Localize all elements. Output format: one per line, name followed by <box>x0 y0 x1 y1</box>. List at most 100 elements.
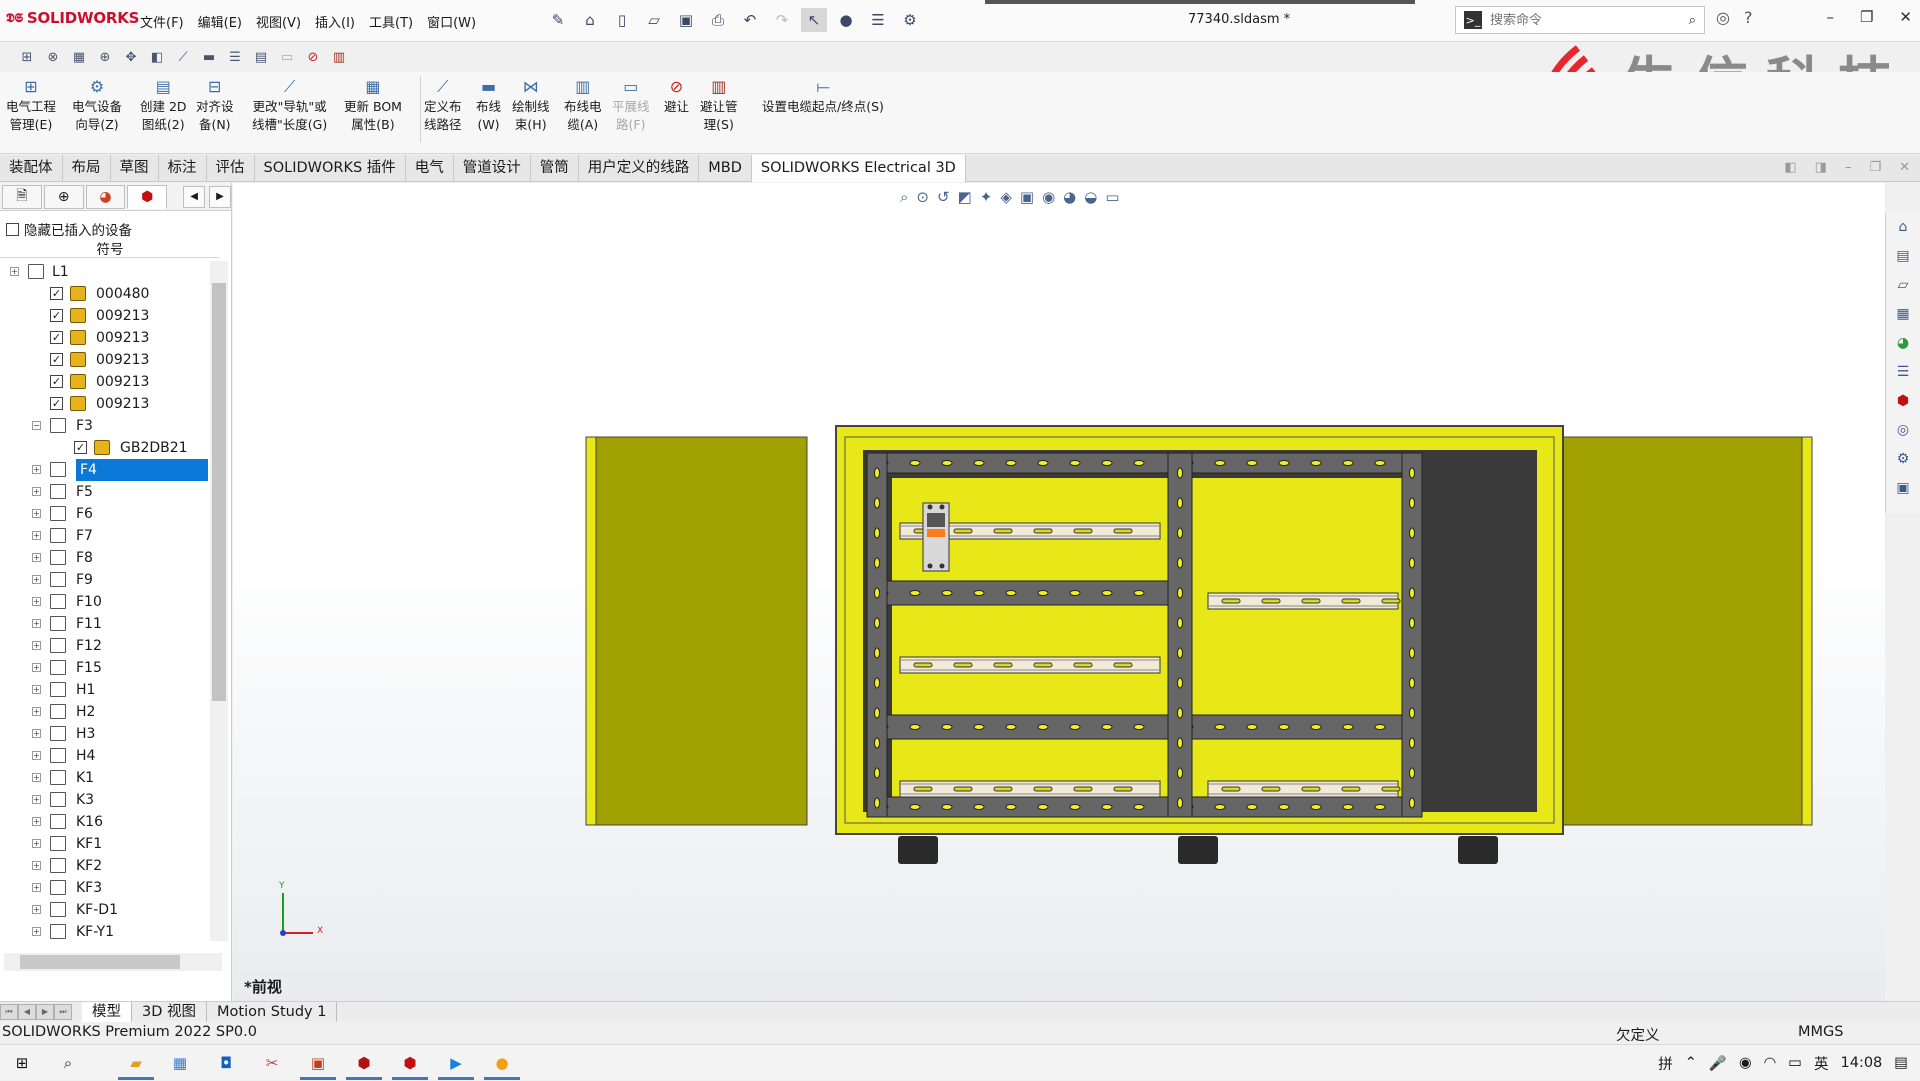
view-settings-icon[interactable]: ▭ <box>1105 188 1119 206</box>
apply-scene-icon[interactable]: ◒ <box>1084 188 1097 206</box>
new-document-icon[interactable]: ▯ <box>609 8 635 32</box>
search-command-box[interactable]: >_ ⌕ <box>1455 6 1705 34</box>
restore-icon[interactable]: ❐ <box>1860 8 1873 26</box>
smart-fastener-icon[interactable]: ⊕ <box>96 48 114 66</box>
ribbon-button-12[interactable]: ▥ 避让管 理(S) <box>700 76 738 134</box>
insert-component-icon[interactable]: ⊞ <box>18 48 36 66</box>
ribbon-button-7[interactable]: ▬ 布线 (W) <box>476 76 501 134</box>
hide-inserted-checkbox-box[interactable] <box>6 222 19 236</box>
tree-row[interactable]: + F4 <box>0 459 210 481</box>
print-icon[interactable]: ⎙ <box>705 8 731 32</box>
next-tab-arrow-icon[interactable]: ▶ <box>36 1003 54 1020</box>
view-palette-icon[interactable]: ▦ <box>1893 304 1913 324</box>
tree-expand-icon[interactable]: + <box>32 861 41 870</box>
appearances-scenes-icon[interactable]: ◕ <box>1893 333 1913 353</box>
microphone-icon[interactable]: 🎤 <box>1709 1055 1727 1072</box>
panel-next-arrow-icon[interactable]: ▶ <box>209 185 231 208</box>
tree-expand-icon[interactable]: + <box>32 685 41 694</box>
tree-item-checkbox[interactable]: ✓ <box>50 353 63 366</box>
din-rail[interactable] <box>1207 592 1401 610</box>
first-tab-arrow-icon[interactable]: ⏮ <box>0 1003 18 1020</box>
din-rail[interactable] <box>899 656 1161 674</box>
tree-item-checkbox[interactable]: ✓ <box>74 441 87 454</box>
tree-item-checkbox[interactable]: ✓ <box>50 287 63 300</box>
command-tab-6[interactable]: 电气 <box>406 155 454 182</box>
display-style-icon[interactable]: ▣ <box>1020 188 1034 206</box>
feature-tree-tab-icon[interactable]: 🗎 <box>2 184 42 209</box>
right-door[interactable] <box>1557 436 1813 826</box>
file-explorer-taskbar-icon[interactable]: ▰ <box>118 1051 154 1080</box>
tree-row[interactable]: + KF-D1 <box>0 899 210 921</box>
media-player-taskbar-icon[interactable]: ▶ <box>438 1051 474 1080</box>
tree-row[interactable]: + KF2 <box>0 855 210 877</box>
solidworks-taskbar-icon[interactable]: ⬢ <box>392 1051 428 1080</box>
grey-tool-icon[interactable]: ▭ <box>278 48 296 66</box>
edit-appearance-icon[interactable]: ◕ <box>1063 188 1076 206</box>
ribbon-button-11[interactable]: ⊘ 避让 <box>664 76 689 116</box>
tree-item-checkbox[interactable]: ✓ <box>50 331 63 344</box>
menu-item-0[interactable]: 文件(F) <box>140 12 184 31</box>
section-view-icon[interactable]: ◩ <box>958 188 972 206</box>
notifications-icon[interactable]: ▤ <box>1894 1055 1908 1071</box>
tree-expand-icon[interactable]: + <box>32 531 41 540</box>
tree-expand-icon[interactable]: + <box>32 817 41 826</box>
tree-row[interactable]: ✓ 009213 <box>0 349 210 371</box>
tree-row[interactable]: + F8 <box>0 547 210 569</box>
hide-inserted-checkbox[interactable]: 隐藏已插入的设备 <box>6 219 132 239</box>
pin-icon[interactable]: ✎ <box>545 8 571 32</box>
appearance-tab-icon[interactable]: ◕ <box>85 184 126 209</box>
panel-prev-arrow-icon[interactable]: ◀ <box>183 185 206 208</box>
tree-row[interactable]: + F7 <box>0 525 210 547</box>
view-orientation-icon[interactable]: ◈ <box>1000 188 1012 206</box>
bottom-tab-2[interactable]: Motion Study 1 <box>207 1001 338 1022</box>
help-icon[interactable]: ? <box>1744 8 1753 27</box>
menu-item-2[interactable]: 视图(V) <box>256 12 301 31</box>
command-tab-3[interactable]: 标注 <box>159 155 207 182</box>
bottom-tab-0[interactable]: 模型 <box>82 1001 132 1022</box>
tree-item-checkbox[interactable]: ✓ <box>50 375 63 388</box>
tree-expand-icon[interactable]: + <box>32 905 41 914</box>
tree-row[interactable]: ✓ 009213 <box>0 305 210 327</box>
solidworks-logo[interactable]: 𝕯𝕾 SOLIDWORKS <box>6 9 139 27</box>
menu-item-5[interactable]: 窗口(W) <box>427 12 476 31</box>
tree-expand-icon[interactable]: + <box>32 883 41 892</box>
left-door[interactable] <box>585 436 808 826</box>
ribbon-button-13[interactable]: ⟝ 设置电缆起点/终点(S) <box>762 76 884 116</box>
tree-row[interactable]: − F3 <box>0 415 210 437</box>
tree-row[interactable]: + KF-Y1 <box>0 921 210 941</box>
graphics-area[interactable]: Y X <box>233 183 1885 1003</box>
prev-tab-arrow-icon[interactable]: ◀ <box>18 1003 36 1020</box>
dynamic-annotation-icon[interactable]: ✦ <box>980 188 993 206</box>
horizontal-wire-duct[interactable] <box>872 580 1170 606</box>
command-tab-2[interactable]: 草图 <box>111 155 159 182</box>
ribbon-button-6[interactable]: ⟋ 定义布 线路径 <box>424 76 462 134</box>
last-tab-arrow-icon[interactable]: ⏭ <box>54 1003 72 1020</box>
tree-row[interactable]: ✓ GB2DB21 <box>0 437 210 459</box>
tree-expand-icon[interactable]: − <box>32 421 41 430</box>
tree-row[interactable]: + H1 <box>0 679 210 701</box>
home-icon[interactable]: ⌂ <box>577 8 603 32</box>
tree-row[interactable]: ✓ 000480 <box>0 283 210 305</box>
forum-icon[interactable]: ◎ <box>1893 420 1913 440</box>
markup-icon[interactable]: ▣ <box>1893 478 1913 498</box>
duct-icon[interactable]: ☰ <box>226 48 244 66</box>
traffic-light-icon[interactable]: ● <box>833 8 859 32</box>
tree-row[interactable]: + H2 <box>0 701 210 723</box>
wifi-icon[interactable]: ◠ <box>1764 1055 1777 1071</box>
tree-row[interactable]: + F12 <box>0 635 210 657</box>
tree-row[interactable]: + H4 <box>0 745 210 767</box>
tree-row[interactable]: + F6 <box>0 503 210 525</box>
snipping-tool-taskbar-icon[interactable]: ✂ <box>260 1051 284 1075</box>
vertical-wire-duct[interactable] <box>1401 452 1423 818</box>
solidworks-resources-icon[interactable]: ⌂ <box>1893 217 1913 237</box>
terminal-icon[interactable]: ▤ <box>252 48 270 66</box>
tray-overflow-icon[interactable]: ⌃ <box>1685 1055 1697 1071</box>
vertical-wire-duct[interactable] <box>866 452 888 818</box>
ribbon-button-3[interactable]: ⊟ 对齐设 备(N) <box>196 76 234 134</box>
taskbar-search-icon[interactable]: ⌕ <box>56 1051 80 1075</box>
security-icon[interactable]: ◉ <box>1739 1055 1752 1071</box>
tree-row[interactable]: + K16 <box>0 811 210 833</box>
command-tab-0[interactable]: 装配体 <box>0 155 63 182</box>
design-library-icon[interactable]: ▤ <box>1893 246 1913 266</box>
file-properties-icon[interactable]: ☰ <box>865 8 891 32</box>
